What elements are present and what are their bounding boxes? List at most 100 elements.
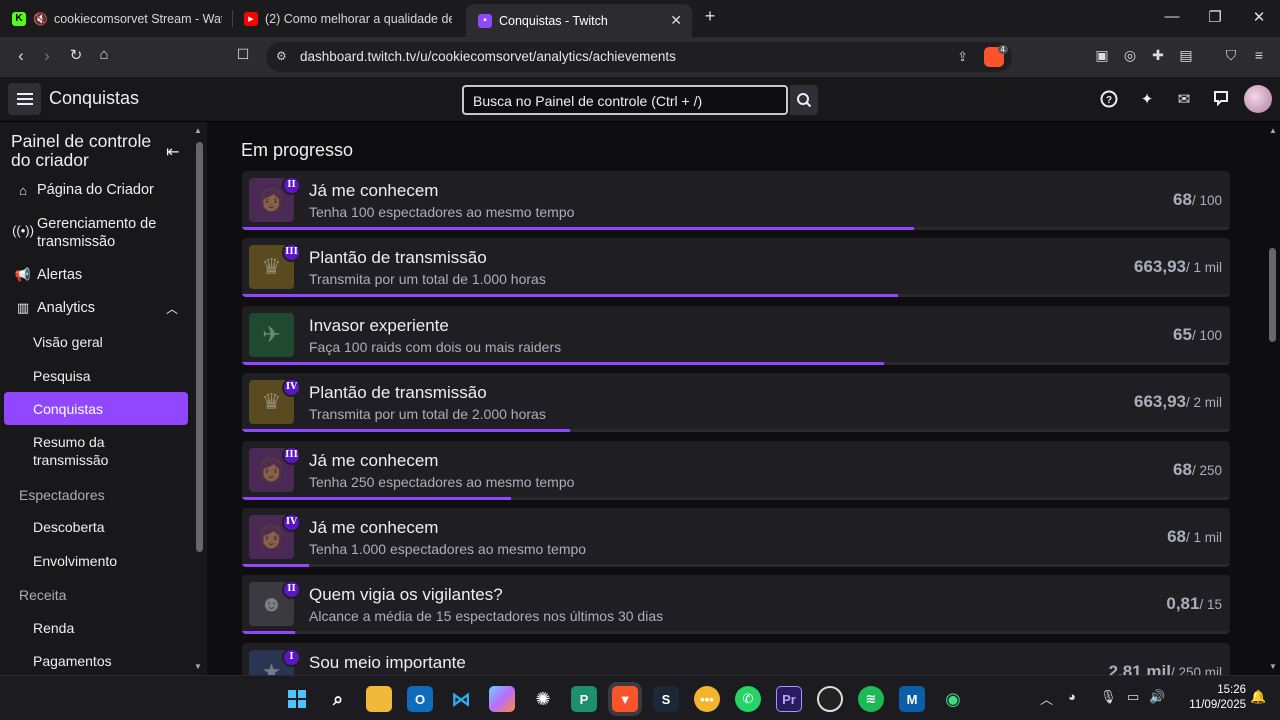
new-tab-icon[interactable]: + — [700, 6, 720, 27]
share-icon[interactable]: ⇪ — [957, 49, 968, 65]
search-input[interactable]: Busca no Painel de controle (Ctrl + /) — [462, 85, 788, 115]
brave-browser-icon[interactable]: ▼ — [612, 686, 638, 712]
app-icon[interactable]: M — [899, 686, 925, 712]
achievement-description: Alcance a média de 15 espectadores nos ú… — [309, 608, 664, 625]
browser-nav-bar: ‹ › ↻ ⌂ ☐ ⚙ dashboard.twitch.tv/u/cookie… — [0, 37, 1280, 77]
sidebar-item-stream-summary[interactable]: Resumo da transmissão — [4, 431, 154, 471]
minimize-icon[interactable]: — — [1162, 8, 1182, 25]
scroll-down-arrow-icon[interactable]: ▼ — [194, 662, 202, 671]
discord-canary-icon[interactable]: ••• — [694, 686, 720, 712]
achievement-progress-value: 68/ 100 — [1173, 190, 1222, 210]
browser-tab-stream[interactable]: K 🔇 cookiecomsorvet Stream - Watch — [12, 4, 222, 33]
copilot-icon[interactable] — [489, 686, 515, 712]
mute-icon[interactable]: 🔇 — [33, 12, 48, 26]
extension-icon[interactable]: ◎ — [1120, 47, 1140, 64]
site-info-icon[interactable]: ⚙ — [276, 49, 287, 63]
whispers-icon[interactable] — [1211, 90, 1231, 110]
obs-icon[interactable] — [817, 686, 843, 712]
tab-title: (2) Como melhorar a qualidade de áu — [265, 11, 452, 26]
close-window-icon[interactable]: ✕ — [1249, 8, 1269, 26]
app-icon[interactable]: ◉ — [940, 686, 966, 712]
premiere-pro-icon[interactable]: Pr — [776, 686, 802, 712]
inbox-icon[interactable]: ✉ — [1174, 90, 1194, 110]
achievement-description: Transmita por um total de 1.000 horas — [309, 271, 546, 288]
search-button[interactable] — [790, 85, 818, 115]
achievement-card[interactable]: ♛ IV Plantão de transmissão Transmita por u… — [242, 373, 1230, 433]
sparkle-icon[interactable]: ✦ — [1137, 90, 1157, 110]
progress-bar — [242, 361, 885, 365]
extensions-puzzle-icon[interactable]: ✚ — [1148, 47, 1168, 64]
sidebar-item-stream-manager[interactable]: ((•)) Gerenciamento de transmissão — [4, 214, 188, 252]
scroll-up-arrow-icon[interactable]: ▲ — [1269, 126, 1277, 135]
achievement-name: Sou meio importante — [309, 652, 466, 672]
main-scrollbar[interactable] — [1269, 248, 1276, 342]
back-icon[interactable]: ‹ — [10, 46, 32, 66]
sidebar-item-discovery[interactable]: Descoberta — [4, 510, 188, 543]
achievement-card[interactable]: ✈ Invasor experiente Faça 100 raids com do… — [242, 305, 1230, 365]
achievement-description: Tenha 1.000 espectadores ao mesmo tempo — [309, 541, 587, 557]
scroll-down-arrow-icon[interactable]: ▼ — [1269, 662, 1277, 671]
show-hidden-icons-icon[interactable]: ︿ — [1040, 689, 1053, 708]
avatar[interactable] — [1244, 85, 1272, 113]
forward-icon[interactable]: › — [36, 46, 58, 66]
address-bar[interactable]: ⚙ dashboard.twitch.tv/u/cookiecomsorvet/… — [266, 42, 1012, 72]
megaphone-icon: 📢 — [14, 267, 32, 282]
help-icon[interactable]: ? — [1099, 90, 1119, 110]
notes-app-icon[interactable]: P — [571, 686, 597, 712]
sidebar-item-search[interactable]: Pesquisa — [4, 359, 188, 392]
network-icon[interactable]: ▭ — [1127, 689, 1139, 705]
microphone-icon[interactable]: 🎙 — [1100, 689, 1117, 705]
progress-total: / 2 mil — [1185, 395, 1222, 411]
sidebar-item-revenue[interactable]: Renda — [4, 611, 188, 644]
close-tab-icon[interactable]: ✕ — [670, 12, 682, 29]
sidebar-item-engagement[interactable]: Envolvimento — [4, 544, 188, 577]
sidebar-scrollbar[interactable] — [196, 142, 203, 552]
sidebar-item-alerts[interactable]: 📢 Alertas — [4, 265, 188, 285]
progress-current: 0,81 — [1166, 594, 1200, 614]
steam-icon[interactable]: S — [653, 686, 679, 712]
discord-tray-icon[interactable]: ◕ — [1068, 689, 1076, 704]
sidebar-item-achievements[interactable]: Conquistas — [4, 392, 188, 425]
sidebar-toggle-icon[interactable]: ▤ — [1176, 47, 1196, 64]
achievement-card[interactable]: 👩 IV Já me conhecem Tenha 1.000 espectadore… — [242, 508, 1230, 567]
sidebar-item-creator-page[interactable]: ⌂ Página do Criador — [4, 180, 188, 200]
home-icon[interactable]: ⌂ — [93, 46, 115, 63]
progress-total: / 15 — [1199, 597, 1222, 613]
achievement-card[interactable]: ♛ III Plantão de transmissão Transmita por … — [242, 238, 1230, 298]
achievement-card[interactable]: ☻ II Quem vigia os vigilantes? Alcance a mé… — [242, 575, 1230, 635]
achievement-card[interactable]: 👩 III Já me conhecem Tenha 250 espectadores… — [242, 440, 1230, 500]
achievement-progress-value: 0,81/ 15 — [1166, 594, 1222, 614]
creator-dashboard-sidebar: Painel de controle do criador ⇤ ⌂ Página… — [0, 122, 207, 675]
achievement-card[interactable]: 👩 II Já me conhecem Tenha 100 espectadores … — [242, 171, 1230, 230]
file-explorer-icon[interactable] — [366, 686, 392, 712]
browser-tab-twitch[interactable]: ▪ Conquistas - Twitch ✕ — [466, 4, 692, 37]
extension-icon[interactable]: ▣ — [1092, 47, 1112, 64]
kick-logo-icon: K — [12, 11, 26, 26]
bookmark-icon[interactable]: ☐ — [232, 46, 254, 63]
windows-start-icon[interactable] — [284, 686, 310, 712]
vscode-icon[interactable]: ⋈ — [448, 686, 474, 712]
chatgpt-icon[interactable]: ✺ — [530, 686, 556, 712]
menu-icon[interactable]: ≡ — [1249, 47, 1269, 63]
system-clock[interactable]: 15:26 11/09/2025 — [1176, 683, 1246, 713]
browser-tab-youtube[interactable]: ▶ (2) Como melhorar a qualidade de áu — [244, 4, 452, 33]
vpn-shield-icon[interactable]: ⛉ — [1221, 47, 1241, 64]
achievement-progress-value: 663,93/ 1 mil — [1134, 257, 1222, 277]
reload-icon[interactable]: ↻ — [65, 46, 87, 64]
outlook-icon[interactable]: O — [407, 686, 433, 712]
progress-bar — [242, 294, 899, 298]
achievement-card[interactable]: ★ I Sou meio importante 2,81 mil/ 250 mil — [242, 642, 1230, 675]
sidebar-item-analytics[interactable]: ▥ Analytics ︿ — [4, 298, 188, 318]
notification-bell-icon[interactable]: 🔔 — [1250, 689, 1266, 705]
search-icon[interactable]: ⌕ — [325, 686, 351, 712]
volume-icon[interactable]: 🔊 — [1149, 689, 1165, 705]
sidebar-item-overview[interactable]: Visão geral — [4, 325, 188, 358]
raid-icon: ✈ — [249, 312, 294, 357]
collapse-sidebar-icon[interactable]: ⇤ — [166, 142, 179, 162]
hamburger-menu-button[interactable] — [8, 83, 41, 115]
spotify-icon[interactable]: ≋ — [858, 686, 884, 712]
whatsapp-icon[interactable]: ✆ — [735, 686, 761, 712]
maximize-icon[interactable]: ❐ — [1205, 8, 1225, 26]
sidebar-item-payouts[interactable]: Pagamentos — [4, 644, 188, 675]
scroll-up-arrow-icon[interactable]: ▲ — [194, 126, 202, 135]
